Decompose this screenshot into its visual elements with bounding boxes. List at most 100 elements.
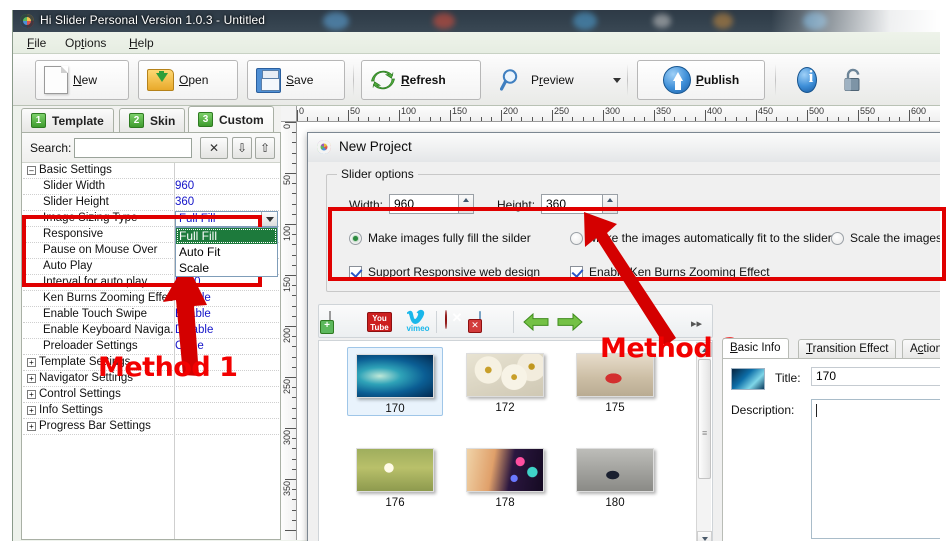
tab-custom[interactable]: 3 Custom (188, 106, 274, 132)
height-stepper-down[interactable] (603, 204, 617, 213)
dropdown-option-scale[interactable]: Scale (176, 260, 277, 276)
clear-search-button[interactable]: ✕ (200, 137, 228, 159)
double-chevron-right-icon[interactable]: ▸▸ (691, 317, 702, 330)
expand-icon[interactable]: + (27, 390, 36, 399)
ruler-tick (643, 117, 645, 121)
save-button[interactable]: Save (247, 60, 345, 100)
refresh-button[interactable]: Refresh (361, 60, 481, 100)
expand-icon[interactable]: + (27, 358, 36, 367)
image-sizing-type-dropdown-list[interactable]: Full Fill Auto Fit Scale (175, 227, 278, 277)
tab-skin-label: Skin (150, 113, 176, 128)
property-row-image-sizing-type[interactable]: Image Sizing Type Full Fill Full Fill Au… (23, 211, 279, 277)
sort-descending-button[interactable]: ⇩ (232, 137, 252, 159)
ruler-tick (285, 377, 296, 378)
color-wheel-icon (317, 140, 331, 154)
collapse-icon[interactable]: – (27, 166, 36, 175)
ruler-tick (409, 117, 411, 121)
property-group-control-settings[interactable]: + Control Settings (23, 387, 279, 403)
move-right-button[interactable] (557, 312, 583, 336)
height-stepper-up[interactable] (603, 195, 617, 204)
add-image-button[interactable] (329, 311, 331, 330)
tab-skin[interactable]: 2 Skin (119, 108, 186, 132)
thumbnail-item-170[interactable]: 170 (347, 347, 443, 416)
ruler-tick (292, 142, 296, 144)
menu-file[interactable]: File (21, 35, 52, 51)
lock-button[interactable] (835, 60, 873, 100)
tab-template[interactable]: 1 Template (21, 108, 114, 132)
expand-icon[interactable]: + (27, 406, 36, 415)
ruler-tick (292, 387, 296, 389)
thumbnail-item-176[interactable]: 176 (347, 442, 443, 509)
thumbnail-item-180[interactable]: 180 (567, 442, 663, 509)
settings-panel: 1 Template 2 Skin 3 Custom Search: ✕ ⇩ ⇧… (21, 106, 281, 540)
checkbox-ken-burns[interactable]: Enable Ken Burns Zooming Effect (570, 265, 770, 279)
thumbnail-item-178[interactable]: 178 (457, 442, 553, 509)
expand-icon[interactable]: + (27, 422, 36, 431)
new-button[interactable]: New (35, 60, 129, 100)
width-stepper-down[interactable] (459, 204, 473, 213)
ruler-tick (292, 132, 296, 134)
property-group-progress-bar-settings[interactable]: + Progress Bar Settings (23, 419, 279, 435)
property-row-slider-width[interactable]: Slider Width 960 (23, 179, 279, 195)
tab-action-info[interactable]: Action Info (902, 339, 940, 373)
ruler-label: 150 (282, 277, 292, 293)
image-sizing-type-combobox[interactable]: Full Fill (175, 211, 278, 227)
property-grid[interactable]: – Basic Settings Slider Width 960 Slider… (23, 163, 279, 539)
title-input[interactable]: 170 (811, 367, 940, 386)
radio-scale[interactable]: Scale the images (831, 231, 940, 245)
delete-all-button[interactable] (479, 311, 481, 330)
tab-transition-effect[interactable]: Transition Effect (798, 339, 897, 358)
menu-help[interactable]: Help (123, 35, 160, 51)
image-toolbar-separator-2 (513, 311, 514, 333)
property-group-basic-settings[interactable]: – Basic Settings (23, 163, 279, 179)
height-input[interactable]: 360 (541, 194, 603, 214)
scrollbar-thumb[interactable]: ≡ (698, 359, 711, 479)
radio-button-icon[interactable] (570, 231, 583, 245)
info-button[interactable] (788, 60, 826, 100)
property-row-interval-for-auto-play[interactable]: Interval for auto play 5000 (23, 275, 279, 291)
checkbox-icon[interactable] (570, 265, 583, 279)
expand-icon[interactable]: + (27, 374, 36, 383)
property-row-ken-burns-zooming-effect[interactable]: Ken Burns Zooming Effect Enable (23, 291, 279, 307)
description-textarea[interactable] (811, 399, 940, 539)
radio-button-icon[interactable] (349, 231, 362, 245)
chevron-down-icon[interactable] (613, 78, 621, 83)
ruler-tick (705, 110, 706, 121)
radio-button-icon[interactable] (831, 231, 844, 245)
width-stepper-up[interactable] (459, 195, 473, 204)
property-row-enable-keyboard-navigation[interactable]: Enable Keyboard Naviga... Disable (23, 323, 279, 339)
thumbnail-list[interactable]: 170 172 175 176 178 180 ≡ (318, 340, 713, 541)
move-left-button[interactable] (523, 312, 549, 336)
ruler-tick (292, 193, 296, 195)
add-vimeo-button[interactable]: vimeo (404, 309, 432, 333)
add-youtube-button[interactable]: You Tube (367, 312, 392, 332)
open-button[interactable]: Open (138, 60, 238, 100)
checkbox-icon[interactable] (349, 265, 362, 279)
width-stepper[interactable] (459, 194, 474, 214)
delete-image-button[interactable] (445, 310, 447, 329)
radio-auto-fit[interactable]: Make the images automatically fit to the… (570, 231, 832, 245)
height-stepper[interactable] (603, 194, 618, 214)
open-button-label: Open (179, 73, 209, 87)
property-row-enable-touch-swipe[interactable]: Enable Touch Swipe Enable (23, 307, 279, 323)
sort-ascending-button[interactable]: ⇧ (255, 137, 275, 159)
width-input[interactable]: 960 (389, 194, 459, 214)
ruler-label: 150 (452, 106, 468, 116)
ruler-label: 100 (401, 106, 417, 116)
radio-fully-fill[interactable]: Make images fully fill the silder (349, 231, 531, 245)
dropdown-option-auto-fit[interactable]: Auto Fit (176, 244, 277, 260)
property-row-slider-height[interactable]: Slider Height 360 (23, 195, 279, 211)
publish-button[interactable]: Publish (637, 60, 765, 100)
menu-options[interactable]: Options (59, 35, 112, 51)
dropdown-option-full-fill[interactable]: Full Fill (176, 228, 277, 244)
search-label: Search: (30, 141, 72, 155)
scroll-down-button[interactable] (697, 531, 712, 541)
thumbnail-item-172[interactable]: 172 (457, 347, 553, 414)
tab-basic-info[interactable]: Basic Info (722, 338, 789, 358)
chevron-down-icon[interactable] (261, 212, 277, 226)
property-group-info-settings[interactable]: + Info Settings (23, 403, 279, 419)
preview-button[interactable]: Preview (491, 60, 609, 100)
checkbox-responsive[interactable]: Support Responsive web design (349, 265, 540, 279)
thumbnail-scrollbar[interactable]: ≡ (696, 342, 712, 541)
search-input[interactable] (74, 138, 192, 158)
